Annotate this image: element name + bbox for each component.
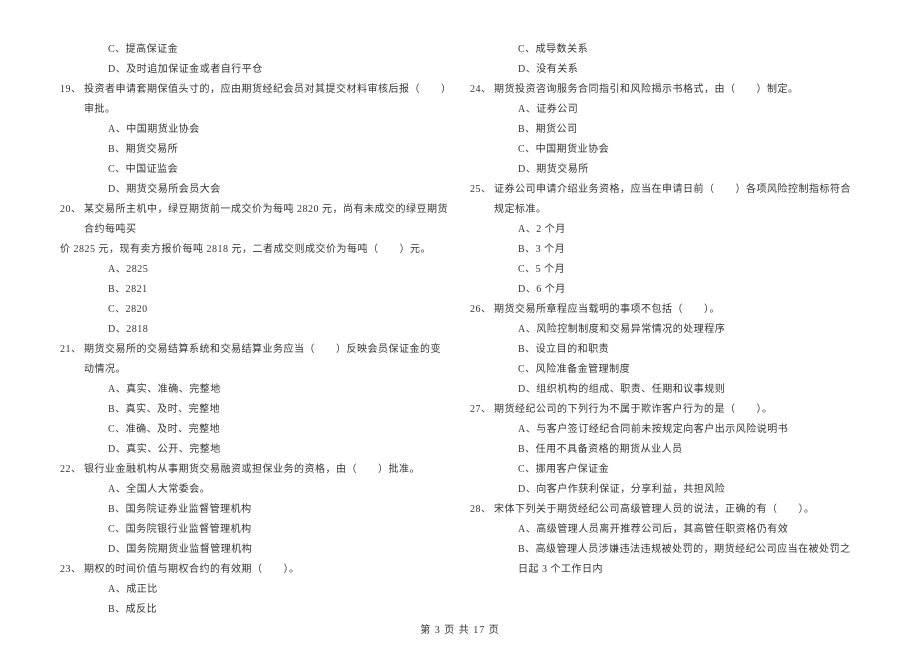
q21-option-a: A、真实、准确、完整地 [60,380,450,400]
q25-option-b: B、3 个月 [470,240,860,260]
q26-option-c: C、风险准备金管理制度 [470,360,860,380]
page-columns: C、提高保证金 D、及时追加保证金或者自行平仓 19、 投资者申请套期保值头寸的… [60,40,860,600]
q20: 20、 某交易所主机中，绿豆期货前一成交价为每吨 2820 元，尚有未成交的绿豆… [60,200,450,240]
q18-option-c: C、提高保证金 [60,40,450,60]
q27-text: 期货经纪公司的下列行为不属于欺诈客户行为的是（ ）。 [494,400,860,420]
q20-option-d: D、2818 [60,320,450,340]
q22-option-b: B、国务院证券业监督管理机构 [60,500,450,520]
q27-option-c: C、挪用客户保证金 [470,460,860,480]
q19-option-d: D、期货交易所会员大会 [60,180,450,200]
q22-option-a: A、全国人大常委会。 [60,480,450,500]
q28-option-a: A、高级管理人员离开推荐公司后，其高管任职资格仍有效 [470,520,860,540]
q25-text: 证券公司申请介绍业务资格，应当在申请日前（ ）各项风险控制指标符合规定标准。 [494,180,860,220]
q26-text: 期货交易所章程应当载明的事项不包括（ ）。 [494,300,860,320]
q19-number: 19、 [60,80,84,120]
q22-option-c: C、国务院银行业监督管理机构 [60,520,450,540]
q28-text: 宋体下列关于期货经纪公司高级管理人员的说法，正确的有（ ）。 [494,500,860,520]
q24-number: 24、 [470,80,494,100]
q23-number: 23、 [60,560,84,580]
q20-option-a: A、2825 [60,260,450,280]
q21-text: 期货交易所的交易结算系统和交易结算业务应当（ ）反映会员保证金的变动情况。 [84,340,450,380]
q23: 23、 期权的时间价值与期权合约的有效期（ ）。 [60,560,450,580]
q24-option-b: B、期货公司 [470,120,860,140]
q20-option-b: B、2821 [60,280,450,300]
q26-number: 26、 [470,300,494,320]
q23-text: 期权的时间价值与期权合约的有效期（ ）。 [84,560,450,580]
q24-option-c: C、中国期货业协会 [470,140,860,160]
q24-option-a: A、证券公司 [470,100,860,120]
q21-option-b: B、真实、及时、完整地 [60,400,450,420]
right-column: C、成导数关系 D、没有关系 24、 期货投资咨询服务合同指引和风险揭示书格式，… [470,40,860,600]
q20-number: 20、 [60,200,84,240]
page-footer: 第 3 页 共 17 页 [0,621,920,636]
q19-option-a: A、中国期货业协会 [60,120,450,140]
q25-option-d: D、6 个月 [470,280,860,300]
q20-text: 某交易所主机中，绿豆期货前一成交价为每吨 2820 元，尚有未成交的绿豆期货合约… [84,200,450,240]
q22: 22、 银行业金融机构从事期货交易融资或担保业务的资格，由（ ）批准。 [60,460,450,480]
q26-option-d: D、组织机构的组成、职责、任期和议事规则 [470,380,860,400]
q25-option-a: A、2 个月 [470,220,860,240]
q20-option-c: C、2820 [60,300,450,320]
q19: 19、 投资者申请套期保值头寸的，应由期货经纪会员对其提交材料审核后报（ ）审批… [60,80,450,120]
q19-option-c: C、中国证监会 [60,160,450,180]
q27-option-d: D、向客户作获利保证，分享利益，共担风险 [470,480,860,500]
q28: 28、 宋体下列关于期货经纪公司高级管理人员的说法，正确的有（ ）。 [470,500,860,520]
q25: 25、 证券公司申请介绍业务资格，应当在申请日前（ ）各项风险控制指标符合规定标… [470,180,860,220]
q20-continuation: 价 2825 元，现有卖方报价每吨 2818 元，二者成交则成交价为每吨（ ）元… [60,240,450,260]
q26-option-b: B、设立目的和职责 [470,340,860,360]
q27-option-a: A、与客户签订经纪合同前未按规定向客户出示风险说明书 [470,420,860,440]
q23-option-b: B、成反比 [60,600,450,620]
q19-text: 投资者申请套期保值头寸的，应由期货经纪会员对其提交材料审核后报（ ）审批。 [84,80,450,120]
q26: 26、 期货交易所章程应当载明的事项不包括（ ）。 [470,300,860,320]
left-column: C、提高保证金 D、及时追加保证金或者自行平仓 19、 投资者申请套期保值头寸的… [60,40,450,600]
q24: 24、 期货投资咨询服务合同指引和风险揭示书格式，由（ ）制定。 [470,80,860,100]
q22-number: 22、 [60,460,84,480]
q27: 27、 期货经纪公司的下列行为不属于欺诈客户行为的是（ ）。 [470,400,860,420]
q22-text: 银行业金融机构从事期货交易融资或担保业务的资格，由（ ）批准。 [84,460,450,480]
q21-option-d: D、真实、公开、完整地 [60,440,450,460]
q28-option-b: B、高级管理人员涉嫌违法违规被处罚的，期货经纪公司应当在被处罚之日起 3 个工作… [470,540,860,580]
q23-option-d: D、没有关系 [470,60,860,80]
q21-option-c: C、准确、及时、完整地 [60,420,450,440]
q21: 21、 期货交易所的交易结算系统和交易结算业务应当（ ）反映会员保证金的变动情况… [60,340,450,380]
q27-number: 27、 [470,400,494,420]
q23-option-c: C、成导数关系 [470,40,860,60]
q23-option-a: A、成正比 [60,580,450,600]
q21-number: 21、 [60,340,84,380]
q22-option-d: D、国务院期货业监督管理机构 [60,540,450,560]
q26-option-a: A、风险控制制度和交易异常情况的处理程序 [470,320,860,340]
q25-option-c: C、5 个月 [470,260,860,280]
q27-option-b: B、任用不具备资格的期货从业人员 [470,440,860,460]
q24-option-d: D、期货交易所 [470,160,860,180]
q25-number: 25、 [470,180,494,220]
q19-option-b: B、期货交易所 [60,140,450,160]
q28-number: 28、 [470,500,494,520]
q18-option-d: D、及时追加保证金或者自行平仓 [60,60,450,80]
q24-text: 期货投资咨询服务合同指引和风险揭示书格式，由（ ）制定。 [494,80,860,100]
